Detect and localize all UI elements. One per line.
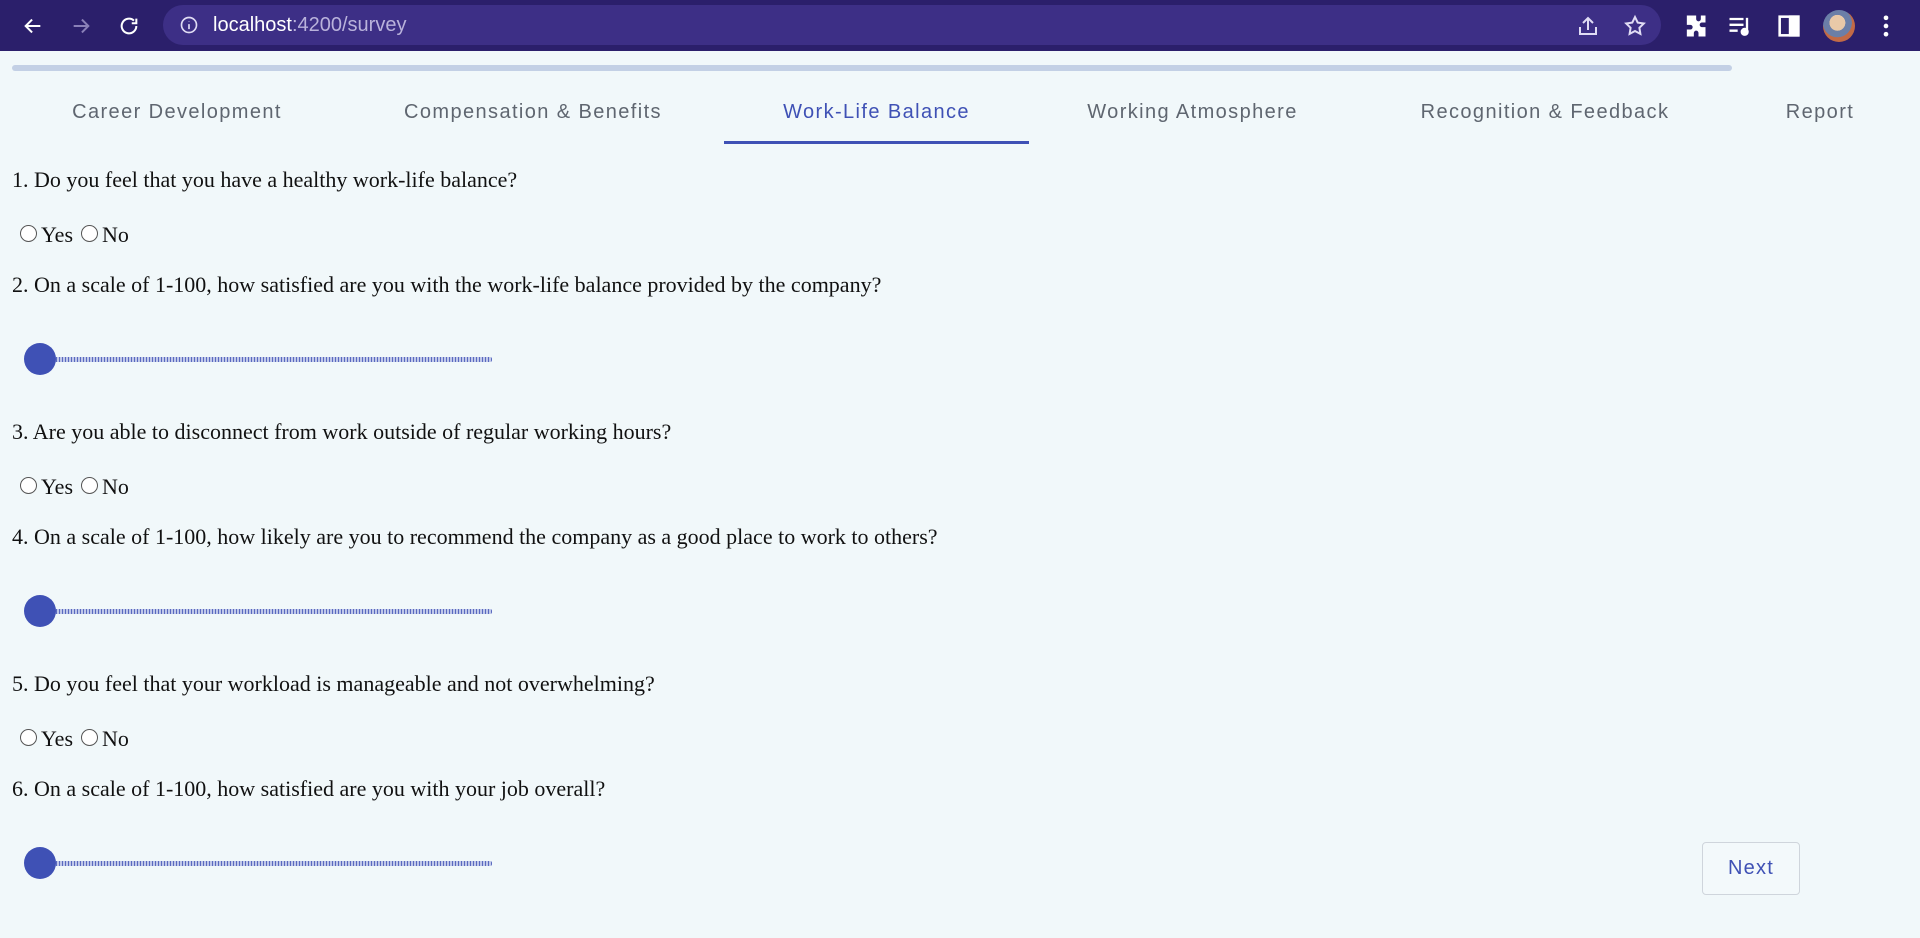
tab-recognition-feedback[interactable]: Recognition & Feedback [1395, 80, 1695, 144]
tab-report[interactable]: Report [1760, 80, 1880, 144]
question-1-no-label[interactable]: No [102, 222, 129, 248]
back-arrow-icon[interactable] [18, 11, 48, 41]
bookmark-star-icon[interactable] [1623, 14, 1647, 38]
extensions-puzzle-icon[interactable] [1681, 12, 1709, 40]
share-icon[interactable] [1576, 14, 1600, 38]
question-3-options: Yes No [20, 472, 137, 502]
question-6-slider-thumb[interactable] [24, 847, 56, 879]
survey-tabs: Career Development Compensation & Benefi… [0, 80, 1920, 144]
survey-progress-bar [12, 65, 1732, 71]
media-queue-icon[interactable] [1726, 12, 1754, 40]
next-button[interactable]: Next [1702, 842, 1800, 895]
question-4-slider[interactable] [24, 595, 492, 629]
tab-career-development[interactable]: Career Development [40, 80, 314, 144]
question-6-slider-track[interactable] [26, 861, 492, 866]
question-5-no-radio[interactable] [81, 728, 99, 746]
question-3-yes-label[interactable]: Yes [41, 474, 73, 500]
tab-work-life-balance[interactable]: Work-Life Balance [724, 80, 1029, 144]
url-path: :4200/survey [291, 14, 407, 36]
question-2-slider[interactable] [24, 343, 492, 377]
question-2-slider-thumb[interactable] [24, 343, 56, 375]
question-4-slider-thumb[interactable] [24, 595, 56, 627]
question-2-text: 2. On a scale of 1-100, how satisfied ar… [12, 272, 882, 297]
question-3-text: 3. Are you able to disconnect from work … [12, 419, 672, 444]
menu-kebab-icon[interactable] [1872, 12, 1900, 40]
question-2-slider-track[interactable] [26, 357, 492, 362]
forward-arrow-icon[interactable] [66, 11, 96, 41]
question-5-text: 5. Do you feel that your workload is man… [12, 671, 655, 696]
question-4-text: 4. On a scale of 1-100, how likely are y… [12, 524, 938, 549]
url-host: localhost [213, 14, 292, 36]
tab-compensation-benefits[interactable]: Compensation & Benefits [370, 80, 696, 144]
question-5-no-label[interactable]: No [102, 726, 129, 752]
browser-toolbar: localhost:4200/survey [0, 0, 1920, 51]
question-3-no-label[interactable]: No [102, 474, 129, 500]
question-1-options: Yes No [20, 220, 137, 250]
reload-icon[interactable] [114, 11, 144, 41]
question-5-options: Yes No [20, 724, 137, 754]
question-4-slider-track[interactable] [26, 609, 492, 614]
url-text[interactable]: localhost:4200/survey [213, 14, 406, 37]
question-1-text: 1. Do you feel that you have a healthy w… [12, 167, 518, 192]
question-3-yes-radio[interactable] [20, 476, 37, 494]
question-3-no-radio[interactable] [81, 476, 99, 494]
question-6-slider[interactable] [24, 847, 492, 881]
profile-avatar[interactable] [1823, 10, 1855, 42]
info-icon[interactable] [179, 15, 199, 35]
question-5-yes-radio[interactable] [20, 728, 37, 746]
active-tab-indicator [724, 141, 1029, 144]
question-5-yes-label[interactable]: Yes [41, 726, 73, 752]
question-1-yes-label[interactable]: Yes [41, 222, 73, 248]
question-1-no-radio[interactable] [81, 224, 99, 242]
address-bar[interactable]: localhost:4200/survey [163, 5, 1661, 45]
question-6-text: 6. On a scale of 1-100, how satisfied ar… [12, 776, 606, 801]
side-panel-icon[interactable] [1775, 12, 1803, 40]
question-1-yes-radio[interactable] [20, 224, 37, 242]
tab-working-atmosphere[interactable]: Working Atmosphere [1060, 80, 1325, 144]
